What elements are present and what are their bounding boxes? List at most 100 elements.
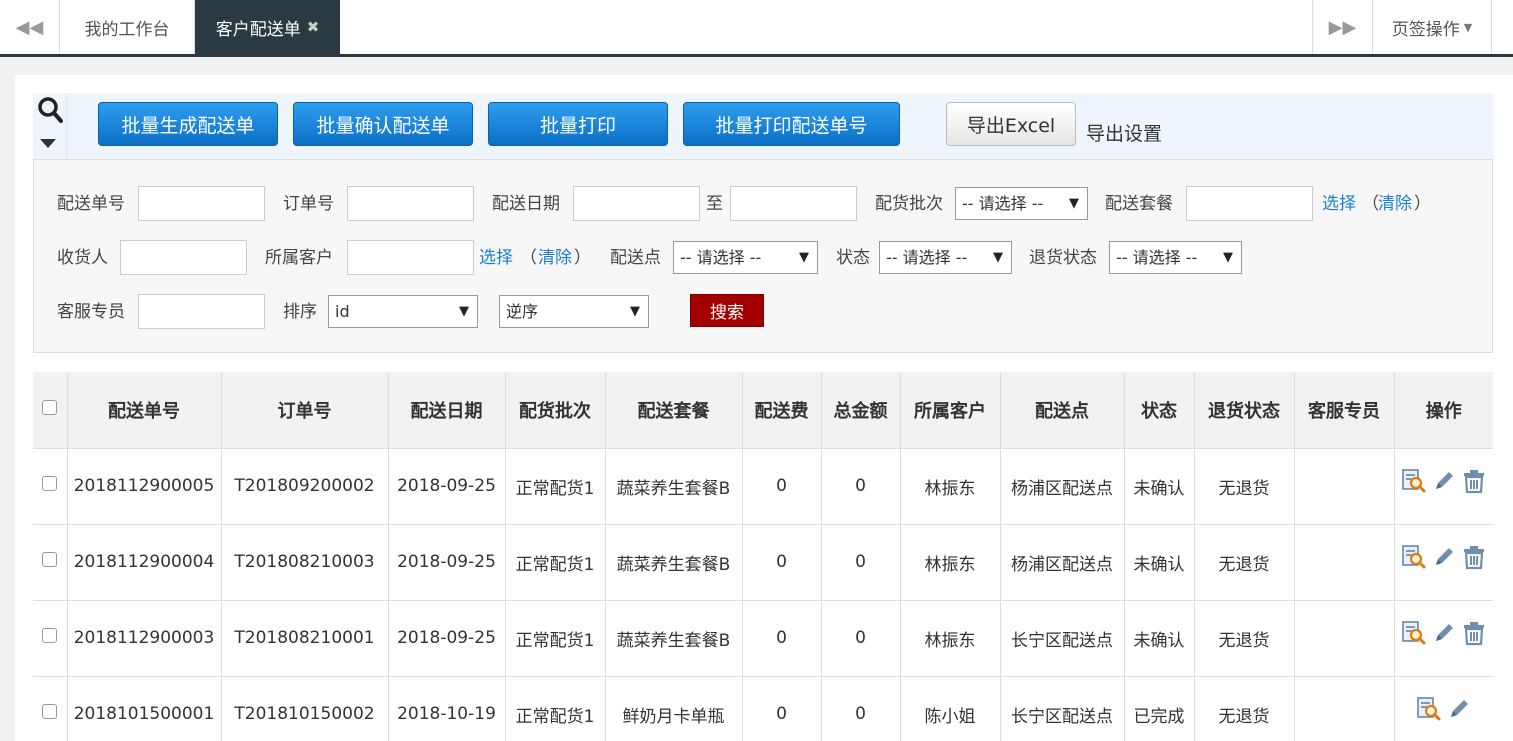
batch-print-button[interactable]: 批量打印 [488,102,668,146]
batch-cell: 正常配货1 [505,448,606,525]
table-header-row: 配送单号 订单号 配送日期 配货批次 配送套餐 配送费 总金额 所属客户 配送点… [33,372,1493,449]
service-cell [1294,524,1395,601]
status-select[interactable]: -- 请选择 -- ▼ [879,241,1012,274]
customer-cell: 林振东 [900,600,1001,677]
return-status-cell: 无退货 [1194,676,1295,741]
fee-cell: 0 [742,448,822,525]
dropdown-arrow-icon: ▼ [993,250,1003,265]
order-no-cell: T201808210003 [221,524,389,601]
column-header: 配送日期 [388,372,506,449]
delivery-date-cell: 2018-10-19 [388,676,506,741]
batch-confirm-button[interactable]: 批量确认配送单 [293,102,473,146]
package-input[interactable] [1186,186,1313,221]
column-header: 配送单号 [67,372,222,449]
close-icon[interactable]: ✖ [307,18,320,36]
point-select[interactable]: -- 请选择 -- ▼ [673,241,818,274]
batch-cell: 正常配货1 [505,676,606,741]
receiver-label: 收货人 [57,248,108,268]
ops-cell [1394,524,1493,601]
row-select-cell [33,448,68,525]
point-cell: 长宁区配送点 [1000,600,1125,677]
column-header: 配货批次 [505,372,606,449]
tab-workbench[interactable]: 我的工作台 [60,0,195,54]
sort-order-select[interactable]: 逆序 ▼ [499,295,649,328]
batch-select[interactable]: -- 请选择 -- ▼ [955,187,1088,220]
order-no-cell: T201810150002 [221,676,389,741]
row-checkbox[interactable] [42,475,58,491]
package-cell: 蔬菜养生套餐B [605,524,743,601]
edit-icon[interactable] [1431,620,1457,646]
paren-close: ） [574,248,591,268]
dropdown-arrow-icon: ▼ [459,304,469,319]
date-to-label: 至 [706,194,723,214]
main-panel: 批量生成配送单 批量确认配送单 批量打印 批量打印配送单号 导出Excel 导出… [15,75,1513,741]
tab-scroll-left-icon[interactable]: ◀◀ [0,0,60,54]
date-from-input[interactable] [573,186,700,221]
tab-customer-delivery[interactable]: 客户配送单 ✖ [195,0,340,54]
delivery-date-cell: 2018-09-25 [388,524,506,601]
package-cell: 蔬菜养生套餐B [605,448,743,525]
view-icon[interactable] [1401,620,1427,646]
page-ops-dropdown[interactable]: 页签操作 ▼ [1372,0,1492,54]
tab-scroll-right-icon[interactable]: ▶▶ [1312,0,1372,54]
export-excel-button[interactable]: 导出Excel [946,102,1076,146]
customer-select-link[interactable]: 选择 [479,247,513,269]
package-clear-link[interactable]: 清除 [1378,193,1412,215]
return-status-cell: 无退货 [1194,524,1295,601]
edit-icon[interactable] [1431,468,1457,494]
return-status-cell: 无退货 [1194,448,1295,525]
order-no-label: 订单号 [283,194,334,214]
date-to-input[interactable] [730,186,857,221]
customer-clear-link[interactable]: 清除 [538,247,572,269]
service-cell [1294,676,1395,741]
row-actions [1401,544,1487,570]
search-toggle[interactable] [33,93,67,159]
select-all-checkbox[interactable] [42,399,58,415]
service-input[interactable] [138,294,265,329]
point-select-value: -- 请选择 -- [680,248,762,267]
column-header: 总金额 [821,372,901,449]
total-cell: 0 [821,524,901,601]
edit-icon[interactable] [1431,544,1457,570]
view-icon[interactable] [1401,468,1427,494]
batch-generate-button[interactable]: 批量生成配送单 [98,102,278,146]
delete-icon[interactable] [1461,468,1487,494]
delete-icon[interactable] [1461,620,1487,646]
package-select-link[interactable]: 选择 [1322,193,1356,215]
ops-cell [1394,600,1493,677]
column-header: 退货状态 [1194,372,1295,449]
delete-icon[interactable] [1461,544,1487,570]
delivery-no-input[interactable] [138,186,265,221]
delivery-no-cell: 2018112900005 [67,448,222,525]
delivery-date-label: 配送日期 [492,194,560,214]
view-icon[interactable] [1416,696,1442,722]
search-button[interactable]: 搜索 [690,294,764,327]
column-header: 配送点 [1000,372,1125,449]
edit-icon[interactable] [1446,696,1472,722]
customer-input[interactable] [347,240,474,275]
column-header: 配送套餐 [605,372,743,449]
row-checkbox[interactable] [42,551,58,567]
dropdown-arrow-icon: ▼ [630,304,640,319]
status-cell: 未确认 [1124,524,1195,601]
package-cell: 蔬菜养生套餐B [605,600,743,677]
export-settings-link[interactable]: 导出设置 [1086,119,1162,146]
row-checkbox[interactable] [42,627,58,643]
total-cell: 0 [821,600,901,677]
paren-open: （ [520,248,537,268]
row-actions [1416,696,1472,722]
column-header: 操作 [1394,372,1493,449]
batch-print-no-button[interactable]: 批量打印配送单号 [683,102,900,146]
batch-select-value: -- 请选择 -- [962,194,1044,213]
return-status-select[interactable]: -- 请选择 -- ▼ [1109,241,1242,274]
sort-label: 排序 [283,302,317,322]
row-checkbox[interactable] [42,703,58,719]
row-select-cell [33,600,68,677]
view-icon[interactable] [1401,544,1427,570]
customer-cell: 林振东 [900,524,1001,601]
delivery-no-cell: 2018112900004 [67,524,222,601]
service-cell [1294,600,1395,677]
receiver-input[interactable] [120,240,247,275]
order-no-input[interactable] [347,186,474,221]
sort-field-select[interactable]: id ▼ [328,295,478,328]
